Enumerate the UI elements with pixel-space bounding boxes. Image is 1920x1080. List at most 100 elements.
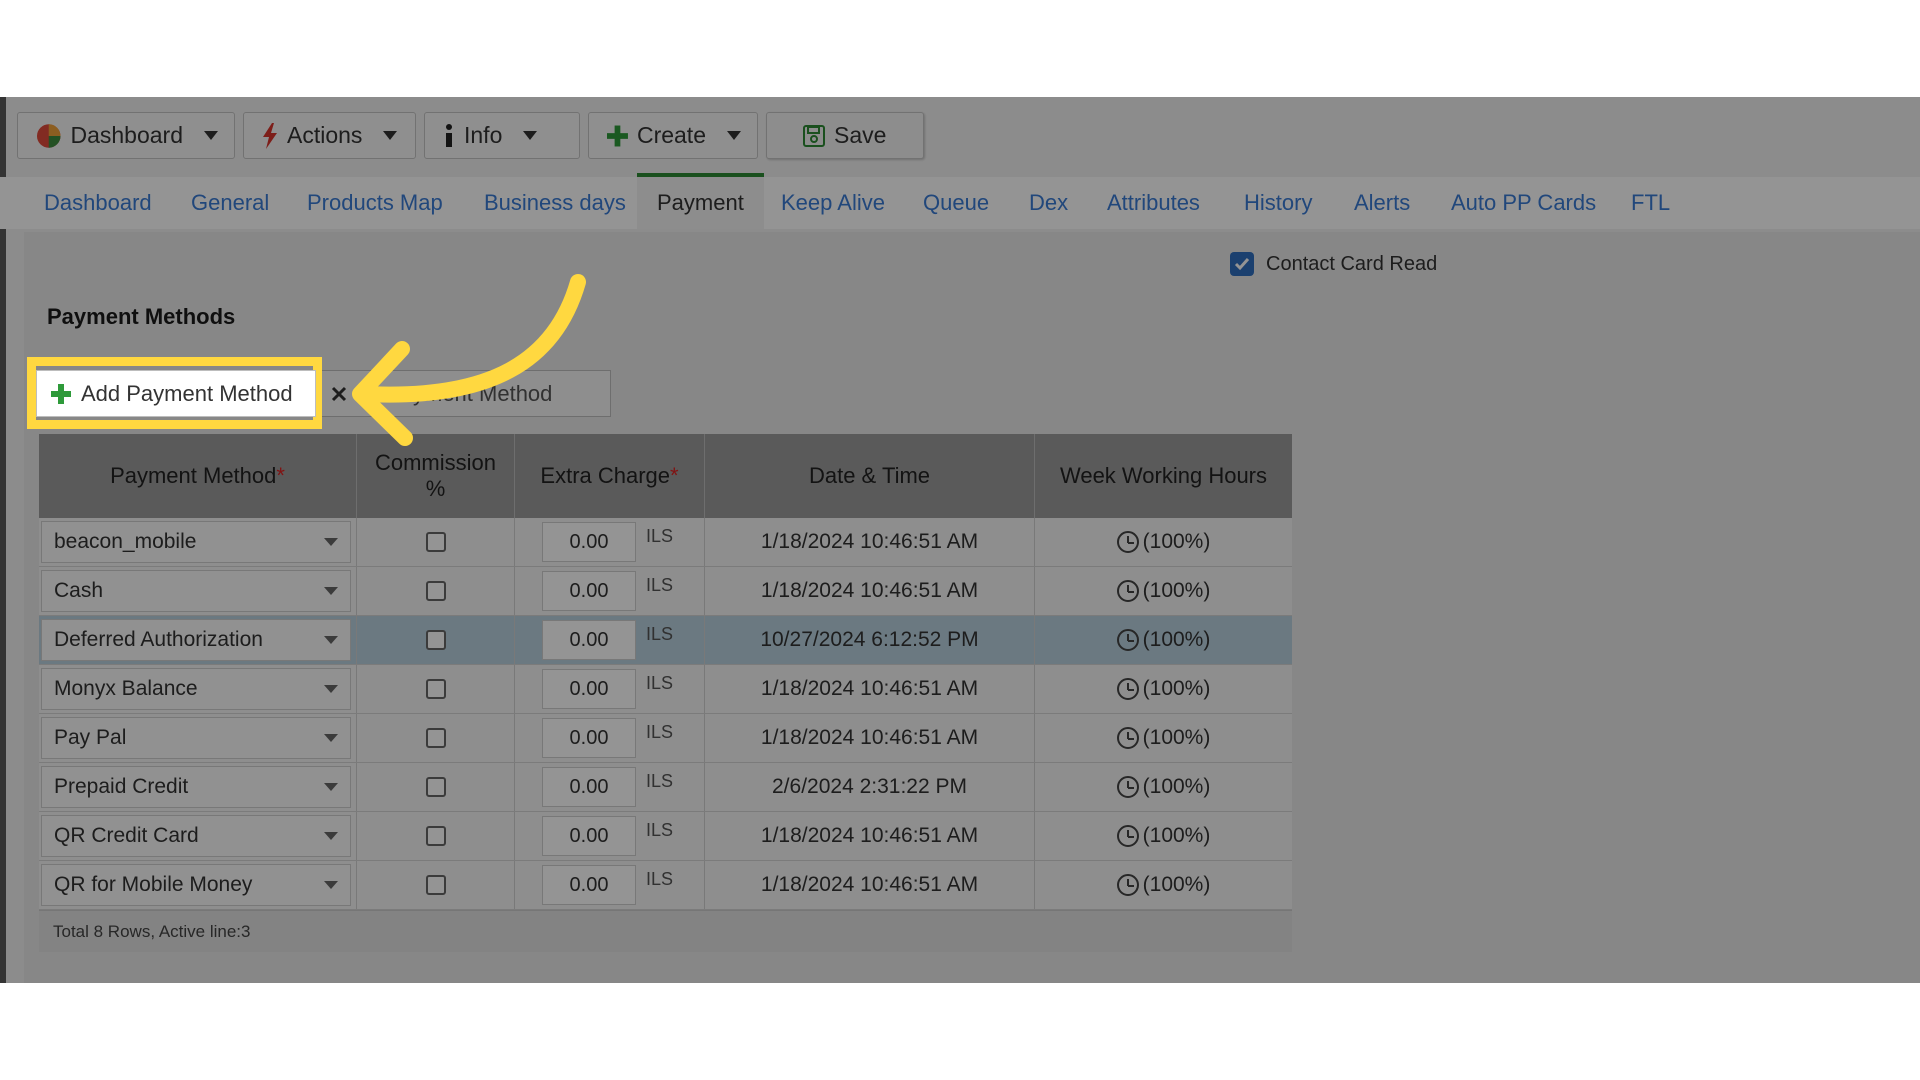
table-row[interactable]: QR for Mobile Money 0.00 ILS 1/18/2024 10:4… xyxy=(39,861,1292,910)
plus-icon xyxy=(607,125,628,146)
col-payment-method-label: Payment Method xyxy=(110,463,277,488)
tab-alerts[interactable]: Alerts xyxy=(1354,177,1410,229)
extra-charge-input[interactable]: 0.00 xyxy=(542,865,636,905)
commission-checkbox[interactable] xyxy=(425,581,446,601)
commission-checkbox[interactable] xyxy=(425,826,446,846)
extra-charge-input[interactable]: 0.00 xyxy=(542,669,636,709)
payment-method-select[interactable]: Monyx Balance xyxy=(41,668,351,710)
extra-charge-input[interactable]: 0.00 xyxy=(542,816,636,856)
tab-auto-pp-cards[interactable]: Auto PP Cards xyxy=(1451,177,1596,229)
table-row[interactable]: Monyx Balance 0.00 ILS 1/18/2024 10:46:51 A… xyxy=(39,665,1292,714)
extra-charge-input[interactable]: 0.00 xyxy=(542,718,636,758)
currency-label: ILS xyxy=(646,869,674,889)
table-row[interactable]: Prepaid Credit 0.00 ILS 2/6/2024 2:31:22 PM… xyxy=(39,763,1292,812)
cell-payment-method: Prepaid Credit xyxy=(39,763,357,811)
tab-queue[interactable]: Queue xyxy=(923,177,989,229)
table-row[interactable]: Cash 0.00 ILS 1/18/2024 10:46:51 AM (100%) xyxy=(39,567,1292,616)
extra-charge-input[interactable]: 0.00 xyxy=(542,522,636,562)
info-menu-button[interactable]: Info xyxy=(424,112,580,159)
info-icon xyxy=(446,123,452,147)
commission-checkbox[interactable] xyxy=(425,532,446,552)
commission-checkbox[interactable] xyxy=(425,679,446,699)
tab-payment[interactable]: Payment xyxy=(637,173,764,229)
commission-checkbox[interactable] xyxy=(425,630,446,650)
tab-products-map[interactable]: Products Map xyxy=(307,177,443,229)
col-week-working-hours[interactable]: Week Working Hours xyxy=(1035,434,1292,518)
tab-history[interactable]: History xyxy=(1244,177,1312,229)
date-time-value: 2/6/2024 2:31:22 PM xyxy=(772,775,967,798)
grid-header: Payment Method * Commission % Extra Charg… xyxy=(39,434,1292,518)
cell-extra-charge: 0.00 ILS xyxy=(515,763,705,811)
dashboard-menu-button[interactable]: Dashboard xyxy=(17,112,235,159)
actions-menu-button[interactable]: Actions xyxy=(243,112,416,159)
payment-method-select[interactable]: QR Credit Card xyxy=(41,815,351,857)
extra-charge-input[interactable]: 0.00 xyxy=(542,571,636,611)
payment-method-select[interactable]: Deferred Authorization xyxy=(41,619,351,661)
cell-week-hours[interactable]: (100%) xyxy=(1035,714,1292,762)
payment-method-select[interactable]: Pay Pal xyxy=(41,717,351,759)
cell-commission xyxy=(357,518,515,566)
grid-footer: Total 8 Rows, Active line:3 xyxy=(39,910,1292,952)
payment-method-value: beacon_mobile xyxy=(54,530,197,553)
commission-checkbox[interactable] xyxy=(425,875,446,895)
col-payment-method[interactable]: Payment Method * xyxy=(39,434,357,518)
week-hours-value: (100%) xyxy=(1142,677,1211,700)
commission-checkbox[interactable] xyxy=(425,728,446,748)
cell-week-hours[interactable]: (100%) xyxy=(1035,518,1292,566)
app-window: Dashboard Actions Info Create Save Dashb… xyxy=(0,97,1920,983)
payment-method-value: Prepaid Credit xyxy=(54,775,189,798)
save-button[interactable]: Save xyxy=(766,112,924,159)
cell-extra-charge: 0.00 ILS xyxy=(515,714,705,762)
week-hours-value: (100%) xyxy=(1142,726,1211,749)
cell-week-hours[interactable]: (100%) xyxy=(1035,812,1292,860)
chevron-down-icon xyxy=(324,538,338,546)
extra-charge-input[interactable]: 0.00 xyxy=(542,767,636,807)
payment-method-select[interactable]: Prepaid Credit xyxy=(41,766,351,808)
chevron-down-icon xyxy=(324,587,338,595)
clock-icon xyxy=(1116,580,1139,602)
payment-method-select[interactable]: Cash xyxy=(41,570,351,612)
table-row[interactable]: Deferred Authorization 0.00 ILS 10/27/2024 … xyxy=(39,616,1292,665)
clock-icon xyxy=(1116,776,1139,798)
clock-icon xyxy=(1116,531,1139,553)
tab-keep-alive[interactable]: Keep Alive xyxy=(781,177,885,229)
currency-label: ILS xyxy=(646,575,674,595)
cell-extra-charge: 0.00 ILS xyxy=(515,861,705,909)
cell-week-hours[interactable]: (100%) xyxy=(1035,616,1292,664)
payment-method-select[interactable]: QR for Mobile Money xyxy=(41,864,351,906)
contact-card-read-option[interactable]: Contact Card Read xyxy=(1230,252,1437,276)
tab-dex[interactable]: Dex xyxy=(1029,177,1068,229)
cell-extra-charge: 0.00 ILS xyxy=(515,567,705,615)
table-row[interactable]: beacon_mobile 0.00 ILS 1/18/2024 10:46:51 A… xyxy=(39,518,1292,567)
col-date-time[interactable]: Date & Time xyxy=(705,434,1035,518)
date-time-value: 1/18/2024 10:46:51 AM xyxy=(760,530,979,553)
tab-dashboard[interactable]: Dashboard xyxy=(44,177,152,229)
create-menu-button[interactable]: Create xyxy=(588,112,758,159)
table-row[interactable]: Pay Pal 0.00 ILS 1/18/2024 10:46:51 AM (100%… xyxy=(39,714,1292,763)
chevron-down-icon xyxy=(204,131,218,140)
table-row[interactable]: QR Credit Card 0.00 ILS 1/18/2024 10:46:51 … xyxy=(39,812,1292,861)
checkbox-checked[interactable] xyxy=(1230,252,1254,276)
date-time-value: 1/18/2024 10:46:51 AM xyxy=(760,873,979,896)
commission-checkbox[interactable] xyxy=(425,777,446,797)
add-payment-method-button[interactable]: Add Payment Method xyxy=(36,370,316,417)
tab-business-days[interactable]: Business days xyxy=(484,177,626,229)
required-marker: * xyxy=(276,463,285,488)
currency-label: ILS xyxy=(646,820,674,840)
currency-label: ILS xyxy=(646,624,674,644)
cell-week-hours[interactable]: (100%) xyxy=(1035,665,1292,713)
extra-charge-input[interactable]: 0.00 xyxy=(542,620,636,660)
tab-attributes[interactable]: Attributes xyxy=(1107,177,1200,229)
cell-extra-charge: 0.00 ILS xyxy=(515,616,705,664)
cell-week-hours[interactable]: (100%) xyxy=(1035,763,1292,811)
chevron-down-icon xyxy=(727,131,741,140)
payment-method-select[interactable]: beacon_mobile xyxy=(41,521,351,563)
tutorial-arrow-icon xyxy=(352,274,586,446)
save-button-label: Save xyxy=(834,122,887,148)
window-edge xyxy=(0,97,6,983)
cell-week-hours[interactable]: (100%) xyxy=(1035,861,1292,909)
cell-week-hours[interactable]: (100%) xyxy=(1035,567,1292,615)
tab-ftl[interactable]: FTL xyxy=(1631,177,1670,229)
payment-method-value: QR for Mobile Money xyxy=(54,873,253,896)
tab-general[interactable]: General xyxy=(191,177,269,229)
